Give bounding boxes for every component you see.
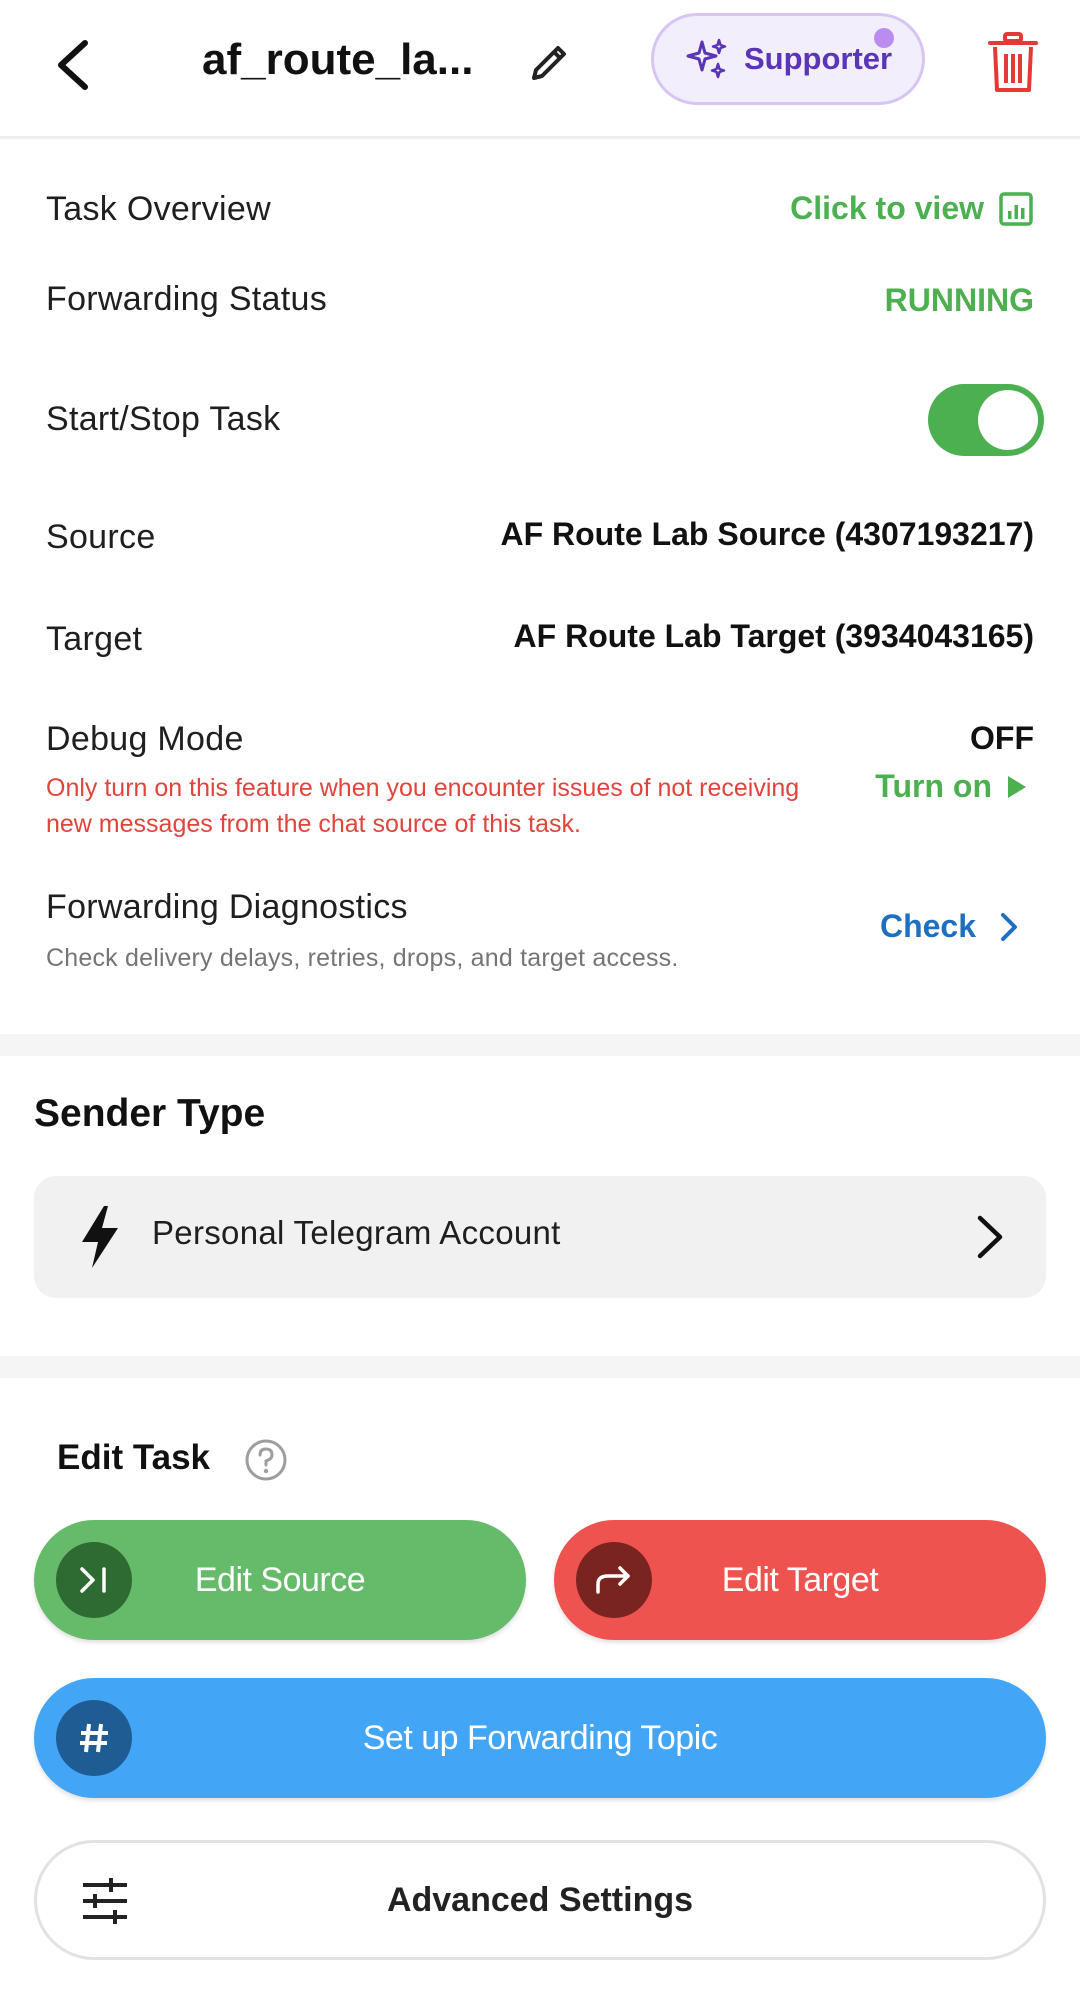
edit-target-label: Edit Target [721,1560,879,1599]
start-stop-label: Start/Stop Task [46,400,281,438]
diagnostics-note: Check delivery delays, retries, drops, a… [46,944,679,972]
check-label: Check [879,908,976,944]
back-button[interactable] [38,30,108,100]
click-to-view-label: Click to view [790,190,984,226]
help-circle-icon[interactable] [244,1438,288,1482]
debug-turn-on-button[interactable]: Turn on [875,768,1028,805]
advanced-settings-button[interactable]: Advanced Settings [34,1840,1046,1960]
forward-arrow-icon [596,1566,630,1594]
forwarding-status-label: Forwarding Status [46,280,328,318]
hashtag-icon [80,1723,108,1753]
skip-forward-icon [80,1567,106,1593]
sender-type-title: Sender Type [34,1092,266,1135]
delete-task-button[interactable] [978,25,1048,101]
back-arrow-icon [58,40,88,90]
edit-target-icon-circle [576,1542,652,1618]
pencil-icon [532,46,566,80]
lightning-bolt-icon [82,1206,118,1268]
forwarding-diagnostics-label: Forwarding Diagnostics [46,888,408,926]
task-overview-link[interactable]: Click to view [790,190,1034,227]
sender-type-selector[interactable]: Personal Telegram Account [34,1176,1046,1298]
play-triangle-icon [1008,775,1026,798]
supporter-label: Supporter [744,41,893,76]
debug-mode-note: Only turn on this feature when you encou… [46,774,800,838]
edit-title-button[interactable] [520,32,580,92]
advanced-settings-label: Advanced Settings [386,1880,694,1919]
edit-target-button[interactable]: Edit Target [554,1520,1046,1640]
edit-task-title: Edit Task [57,1438,211,1477]
topic-icon-circle [56,1700,132,1776]
task-title: af_route_la... [202,35,474,84]
section-divider [0,1034,1080,1056]
app-header: af_route_la... Supporter [0,0,1080,139]
target-label: Target [46,620,143,658]
sliders-icon [83,1878,127,1924]
chevron-right-icon [977,1215,1003,1259]
task-overview-label: Task Overview [46,190,271,228]
toggle-knob [978,390,1038,450]
bar-chart-icon [999,191,1033,226]
trash-icon [988,32,1038,92]
forwarding-topic-button[interactable]: Set up Forwarding Topic [34,1678,1046,1798]
edit-source-label: Edit Source [194,1560,366,1599]
notification-dot [874,28,894,48]
diagnostics-check-button[interactable]: Check [880,908,1018,945]
edit-source-icon-circle [56,1542,132,1618]
start-stop-toggle[interactable] [928,384,1044,456]
turn-on-label: Turn on [875,768,992,804]
forwarding-status-value: RUNNING [884,282,1034,318]
forwarding-topic-label: Set up Forwarding Topic [362,1718,718,1757]
debug-mode-value: OFF [970,720,1034,756]
source-value: AF Route Lab Source (4307193217) [500,516,1034,552]
sender-type-label: Personal Telegram Account [152,1214,561,1251]
edit-source-button[interactable]: Edit Source [34,1520,526,1640]
debug-mode-label: Debug Mode [46,720,244,758]
source-label: Source [46,518,156,556]
supporter-badge-button[interactable]: Supporter [651,13,925,105]
section-divider [0,1356,1080,1378]
target-value: AF Route Lab Target (3934043165) [513,618,1034,654]
sparkles-icon [686,38,727,79]
chevron-right-icon [1001,912,1017,941]
